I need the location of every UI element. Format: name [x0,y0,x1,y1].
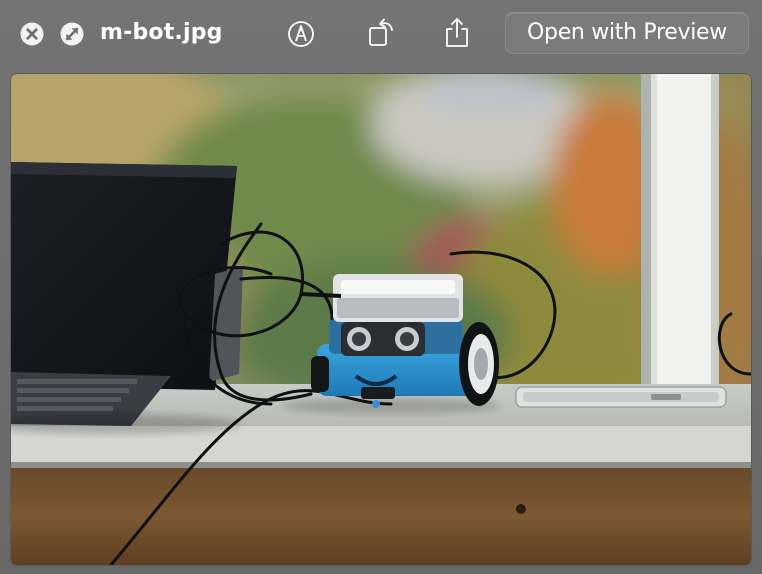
close-button[interactable] [20,22,44,46]
open-with-preview-button[interactable]: Open with Preview [505,12,749,54]
share-button[interactable] [442,16,472,50]
share-icon [446,18,468,47]
fullscreen-icon [60,22,84,46]
toolbar: m-bot.jpg Open with Preview [0,0,762,68]
robot-photo [11,74,751,565]
close-icon [20,22,44,46]
file-title: m-bot.jpg [100,20,223,45]
markup-icon [288,21,314,47]
rotate-button[interactable] [366,16,398,50]
rotate-icon [369,18,393,46]
markup-button[interactable] [286,18,316,50]
quicklook-window: m-bot.jpg Open with Preview [0,0,762,574]
fullscreen-button[interactable] [60,22,84,46]
image-preview [10,73,752,566]
